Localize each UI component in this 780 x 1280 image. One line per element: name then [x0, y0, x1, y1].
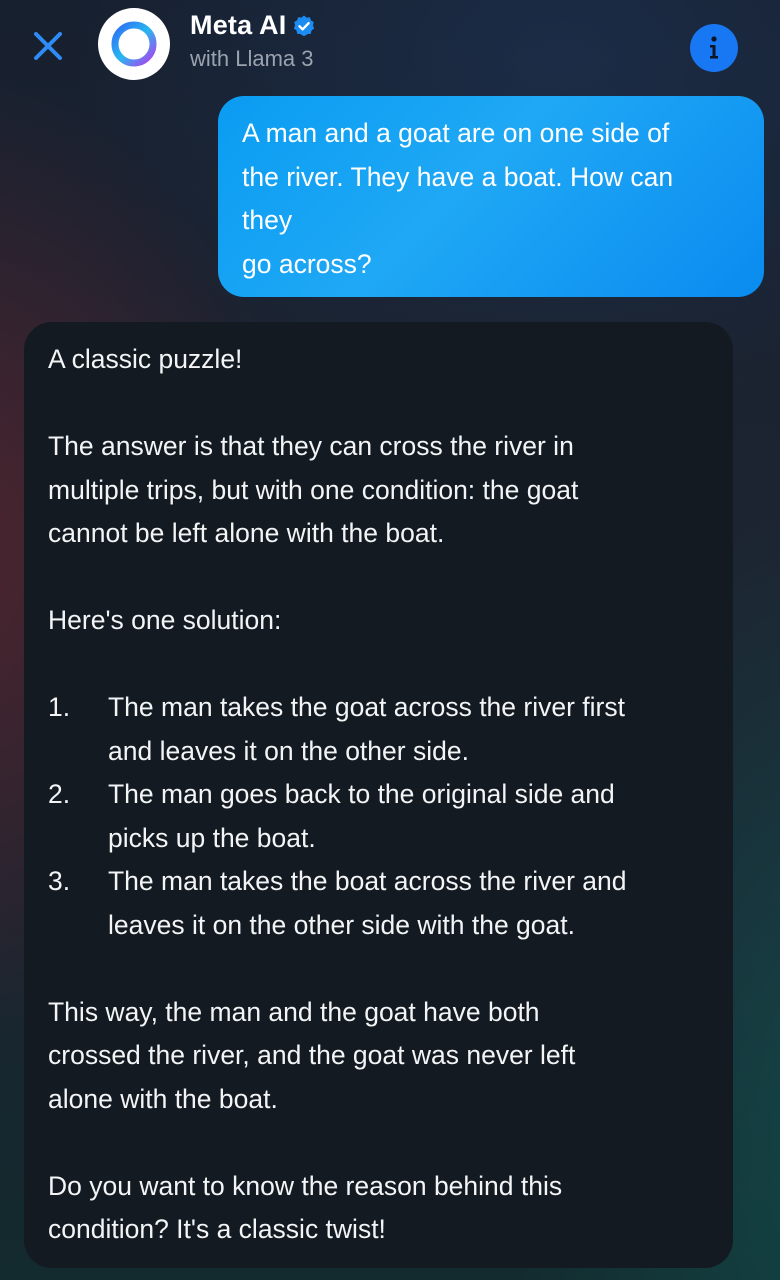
- ai-paragraph: The answer is that they can cross the ri…: [48, 425, 713, 556]
- list-item-line: picks up the boat.: [108, 822, 316, 853]
- close-icon: [34, 32, 62, 60]
- ai-paragraph: This way, the man and the goat have both…: [48, 991, 713, 1122]
- list-item-line: The man takes the boat across the river …: [108, 866, 627, 896]
- ai-intro: A classic puzzle!: [48, 344, 243, 374]
- list-item-line: The man takes the goat across the river …: [108, 692, 625, 722]
- ai-paragraph-line: multiple trips, but with one condition: …: [48, 474, 579, 505]
- ai-paragraph-line: crossed the river, and the goat was neve…: [48, 1040, 576, 1070]
- ai-paragraph-line: The answer is that they can cross the ri…: [48, 431, 574, 461]
- title-row: Meta AI: [190, 10, 316, 41]
- list-item-number: 1.: [48, 692, 71, 722]
- list-item-line: The man goes back to the original side a…: [108, 779, 615, 809]
- list-item-line: leaves it on the other side with the goa…: [108, 909, 575, 940]
- solution-steps-list: 1. The man takes the goat across the riv…: [48, 686, 713, 947]
- list-item-number: 3.: [48, 866, 71, 896]
- list-item: 2. The man goes back to the original sid…: [48, 773, 713, 860]
- ai-paragraph-line: cannot be left alone with the boat.: [48, 518, 445, 548]
- solution-heading: Here's one solution:: [48, 605, 282, 635]
- list-item-line: and leaves it on the other side.: [108, 735, 469, 766]
- chat-header: Meta AI with Llama 3: [0, 0, 780, 92]
- verified-badge-icon: [294, 15, 315, 36]
- list-item: 3. The man takes the boat across the riv…: [48, 860, 713, 947]
- user-message-line: the river. They have a boat. How can: [242, 161, 674, 192]
- info-button[interactable]: [690, 24, 738, 72]
- chat-title-block: Meta AI with Llama 3: [190, 10, 316, 72]
- chat-title: Meta AI: [190, 10, 287, 40]
- list-item-number: 2.: [48, 779, 71, 809]
- user-message-bubble[interactable]: A man and a goat are on one side of the …: [218, 96, 764, 297]
- info-icon: [710, 36, 718, 59]
- ai-paragraph: Do you want to know the reason behind th…: [48, 1165, 713, 1252]
- ai-message-bubble[interactable]: A classic puzzle! The answer is that the…: [24, 322, 733, 1268]
- user-message-line: go across?: [242, 248, 372, 279]
- meta-ai-ring-icon: [111, 21, 157, 67]
- ai-paragraph-line: alone with the boat.: [48, 1083, 278, 1114]
- user-message-line: they: [242, 205, 293, 235]
- chat-subtitle: with Llama 3: [190, 46, 314, 71]
- ai-paragraph-line: Do you want to know the reason behind th…: [48, 1170, 563, 1201]
- close-button[interactable]: [26, 24, 70, 68]
- list-item: 1. The man takes the goat across the riv…: [48, 686, 713, 773]
- ai-paragraph-line: condition? It's a classic twist!: [48, 1214, 386, 1244]
- ai-paragraph-line: This way, the man and the goat have both: [48, 996, 540, 1027]
- avatar[interactable]: [98, 8, 170, 80]
- user-message-line: A man and a goat are on one side of: [242, 118, 670, 148]
